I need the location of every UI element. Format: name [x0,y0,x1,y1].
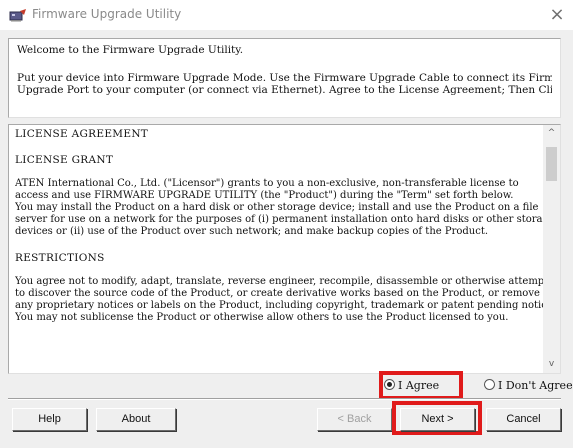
license-grant-line: devices or (ii) use of the Product over … [15,226,489,237]
button-divider [8,398,561,400]
back-button: < Back [317,408,392,431]
restrictions-line: any proprietary notices or labels on the… [15,300,543,311]
scroll-thumb[interactable] [546,147,557,181]
agree-radio-indicator[interactable] [384,379,395,390]
close-icon[interactable]: × [545,3,569,27]
welcome-text: Welcome to the Firmware Upgrade Utility. [17,44,244,56]
scroll-down-icon[interactable]: v [543,356,560,373]
window-title: Firmware Upgrade Utility [32,7,182,21]
about-button[interactable]: About [96,408,176,431]
license-content: LICENSE AGREEMENT LICENSE GRANT ATEN Int… [15,128,543,324]
license-text-box[interactable]: LICENSE AGREEMENT LICENSE GRANT ATEN Int… [8,124,561,374]
license-grant-line: You may install the Product on a hard di… [15,202,539,213]
disagree-radio-label: I Don't Agree [498,379,573,392]
restrictions-line: You agree not to modify, adapt, translat… [15,276,543,287]
cancel-button[interactable]: Cancel [486,408,561,431]
agree-radio-label: I Agree [398,379,440,392]
welcome-panel: Welcome to the Firmware Upgrade Utility.… [8,38,561,118]
firmware-utility-icon [9,9,26,22]
title-bar: Firmware Upgrade Utility × [0,0,573,30]
help-button[interactable]: Help [12,408,87,431]
disagree-radio-indicator[interactable] [484,379,495,390]
wizard-body: Welcome to the Firmware Upgrade Utility.… [0,30,573,448]
agree-radio[interactable]: I Agree [384,375,439,397]
license-grant-line: server for use on a network for the purp… [15,214,543,225]
instructions-line-2: Upgrade Port to your computer (or connec… [17,84,552,96]
license-heading: LICENSE AGREEMENT [15,128,149,140]
restrictions-line: You may not sublicense the Product or ot… [15,312,509,323]
license-scrollbar[interactable]: ^ v [543,125,560,373]
instructions-line-1: Put your device into Firmware Upgrade Mo… [17,71,552,84]
restrictions-line: to discover the source code of the Produ… [15,288,540,299]
license-grant-line: ATEN International Co., Ltd. ("Licensor"… [15,178,519,189]
license-grant-line: access and use FIRMWARE UPGRADE UTILITY … [15,190,514,201]
license-grant-heading: LICENSE GRANT [15,154,114,166]
next-button[interactable]: Next > [400,408,475,431]
disagree-radio[interactable]: I Don't Agree [484,375,573,397]
restrictions-heading: RESTRICTIONS [15,252,105,264]
scroll-up-icon[interactable]: ^ [543,125,560,142]
